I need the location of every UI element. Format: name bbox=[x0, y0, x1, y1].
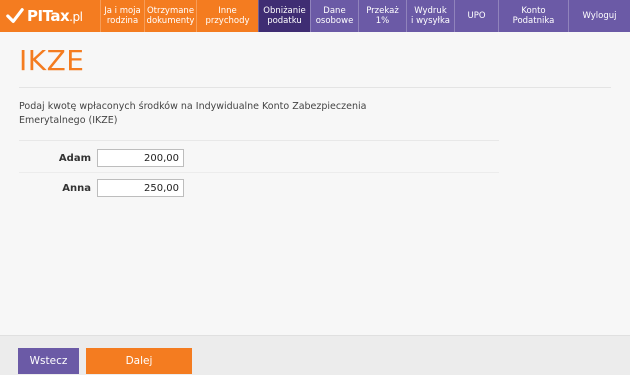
nav-otrzymane-dokumenty[interactable]: Otrzymane dokumenty bbox=[144, 0, 196, 32]
nav-wydruk-i-wysylka[interactable]: Wydruk i wysyłka bbox=[406, 0, 454, 32]
form-row-anna: Anna bbox=[0, 178, 184, 198]
adam-amount-input[interactable] bbox=[97, 149, 184, 167]
anna-amount-input[interactable] bbox=[97, 179, 184, 197]
nav-konto-podatnika[interactable]: Konto Podatnika bbox=[498, 0, 568, 32]
page-title: IKZE bbox=[19, 44, 85, 77]
top-navigation: PITax.pl Ja i moja rodzina Otrzymane dokum… bbox=[0, 0, 630, 32]
nav-upo[interactable]: UPO bbox=[454, 0, 498, 32]
main-content: IKZE Podaj kwotę wpłaconych środków na I… bbox=[0, 32, 630, 335]
adam-label: Adam bbox=[58, 152, 91, 164]
back-button[interactable]: Wstecz bbox=[18, 348, 79, 374]
nav-ja-i-moja-rodzina[interactable]: Ja i moja rodzina bbox=[100, 0, 144, 32]
nav-dane-osobowe[interactable]: Dane osobowe bbox=[310, 0, 358, 32]
anna-label: Anna bbox=[62, 182, 91, 194]
brand-name: PITax.pl bbox=[27, 7, 83, 25]
nav-inne-przychody[interactable]: Inne przychody bbox=[196, 0, 258, 32]
form-row-adam: Adam bbox=[0, 148, 184, 168]
row-divider bbox=[19, 172, 499, 173]
nav-menu: Ja i moja rodzina Otrzymane dokumenty Inne… bbox=[100, 0, 630, 32]
nav-przekaz-1-procent[interactable]: Przekaż 1% bbox=[358, 0, 406, 32]
footer-bar: Wstecz Dalej bbox=[0, 335, 630, 375]
title-divider bbox=[19, 87, 611, 88]
checkmark-logo-icon bbox=[6, 8, 24, 23]
page-description: Podaj kwotę wpłaconych środków na Indywi… bbox=[19, 101, 367, 126]
pitax-logo[interactable]: PITax.pl bbox=[0, 0, 100, 32]
nav-wyloguj[interactable]: Wyloguj bbox=[568, 0, 630, 32]
nav-obnizanie-podatku[interactable]: Obniżanie podatku bbox=[258, 0, 310, 32]
description-divider bbox=[19, 140, 499, 141]
next-button[interactable]: Dalej bbox=[86, 348, 192, 374]
